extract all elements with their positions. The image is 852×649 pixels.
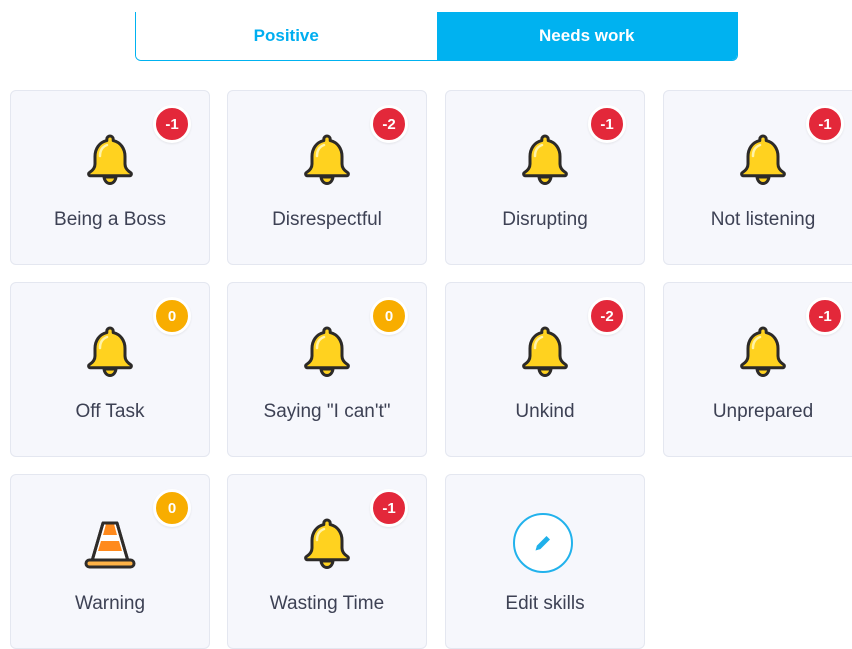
points-badge: 0: [153, 489, 191, 527]
points-badge: -1: [153, 105, 191, 143]
bell-icon: [304, 134, 350, 185]
skill-card-off-task[interactable]: 0 Off Task: [10, 282, 210, 457]
bell-icon: [740, 134, 786, 185]
bell-icon: [87, 134, 133, 185]
skill-label: Being a Boss: [54, 209, 166, 230]
points-badge: 0: [153, 297, 191, 335]
skill-label: Disrespectful: [272, 209, 382, 230]
edit-skills-button[interactable]: Edit skills: [445, 474, 645, 649]
bell-icon: [522, 326, 568, 377]
skill-card-disrupting[interactable]: -1 Disrupting: [445, 90, 645, 265]
skill-label: Unkind: [515, 401, 575, 422]
skill-card-warning[interactable]: 0 Warning: [10, 474, 210, 649]
bell-icon: [522, 134, 568, 185]
skill-label: Saying "I can't": [263, 401, 391, 422]
edit-skills-label: Edit skills: [505, 593, 585, 614]
edit-circle: [513, 513, 573, 573]
tab-needs-work[interactable]: Needs work: [436, 12, 737, 60]
skill-label: Not listening: [710, 209, 816, 230]
skill-card-unprepared[interactable]: -1 Unprepared: [663, 282, 852, 457]
points-badge: -1: [588, 105, 626, 143]
points-badge: 0: [370, 297, 408, 335]
bell-icon: [740, 326, 786, 377]
skill-label: Wasting Time: [269, 593, 385, 614]
skill-label: Warning: [74, 593, 146, 614]
bell-icon: [304, 326, 350, 377]
skill-card-disrespectful[interactable]: -2 Disrespectful: [227, 90, 427, 265]
skill-card-saying-i-cant[interactable]: 0 Saying "I can't": [227, 282, 427, 457]
bell-icon: [87, 326, 133, 377]
bell-icon: [304, 518, 350, 569]
points-badge: -2: [588, 297, 626, 335]
points-badge: -1: [806, 105, 844, 143]
skill-card-unkind[interactable]: -2 Unkind: [445, 282, 645, 457]
skill-label: Unprepared: [712, 401, 814, 422]
points-badge: -2: [370, 105, 408, 143]
skill-card-being-a-boss[interactable]: -1 Being a Boss: [10, 90, 210, 265]
skill-card-not-listening[interactable]: -1 Not listening: [663, 90, 852, 265]
points-badge: -1: [806, 297, 844, 335]
skill-type-tabs: Positive Needs work: [135, 12, 738, 61]
traffic-cone-icon: [84, 521, 136, 569]
pencil-icon: [535, 536, 550, 551]
skill-card-wasting-time[interactable]: -1 Wasting Time: [227, 474, 427, 649]
skill-label: Disrupting: [502, 209, 588, 230]
skill-label: Off Task: [75, 401, 145, 422]
points-badge: -1: [370, 489, 408, 527]
tab-positive[interactable]: Positive: [136, 12, 437, 60]
